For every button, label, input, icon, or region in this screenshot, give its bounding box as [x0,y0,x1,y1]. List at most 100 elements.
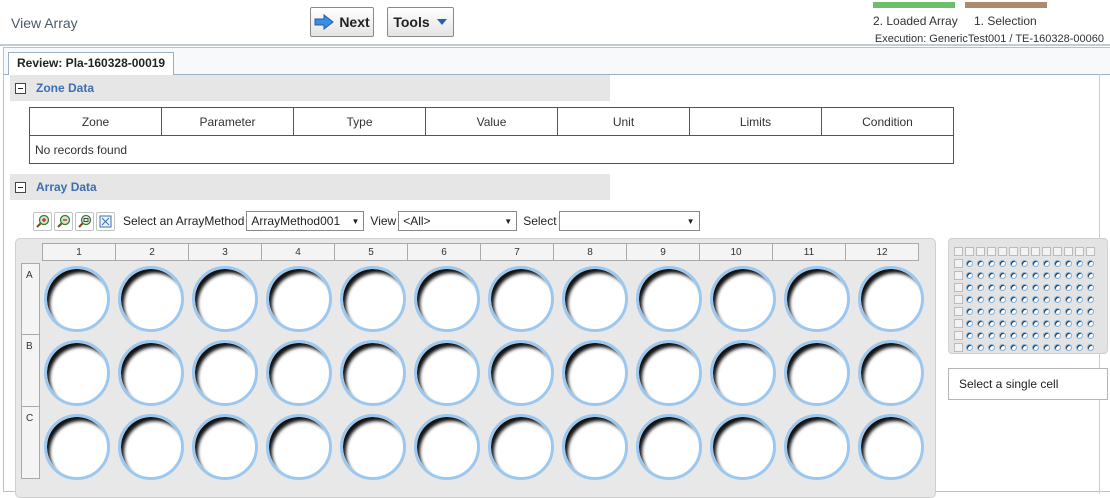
plate-well[interactable] [118,340,184,406]
plate-column-header[interactable]: 6 [408,243,481,261]
array-method-select[interactable]: ArrayMethod001 ▼ [246,211,365,231]
overview-well [1021,331,1028,339]
plate-well[interactable] [858,266,924,332]
plate-well[interactable] [858,414,924,480]
overview-cell [1019,317,1030,329]
plate-row-header[interactable]: C [21,407,40,479]
plate-well[interactable] [192,414,258,480]
plate-column-header[interactable]: 5 [335,243,408,261]
overview-cell [997,293,1008,305]
overview-well [1076,319,1083,327]
overview-well [1043,295,1050,303]
plate-well[interactable] [44,340,110,406]
plate-well[interactable] [858,340,924,406]
plate-row-header[interactable]: A [21,263,40,335]
plate-well[interactable] [44,266,110,332]
plate-well[interactable] [118,414,184,480]
plate-column-header[interactable]: 10 [700,243,773,261]
plate-well[interactable] [192,340,258,406]
plate-well[interactable] [636,414,702,480]
plate-column-header[interactable]: 11 [773,243,846,261]
plate-well[interactable] [192,266,258,332]
overview-cell [953,293,964,305]
column-header-unit[interactable]: Unit [557,107,690,136]
plate-well[interactable] [710,340,776,406]
collapse-icon[interactable] [15,82,26,94]
step-loaded-array[interactable]: 2. Loaded Array [873,2,958,28]
plate-column-header[interactable]: 12 [846,243,919,261]
plate-well[interactable] [414,414,480,480]
plate-well[interactable] [266,266,332,332]
plate-well[interactable] [488,340,554,406]
overview-cell [1030,341,1041,353]
overview-cell [964,305,975,317]
overview-cell [1074,329,1085,341]
zoom-reset-icon[interactable] [75,211,94,231]
plate-well[interactable] [488,266,554,332]
plate-overview-map[interactable] [948,238,1108,354]
overview-cell [953,305,964,317]
overview-cell [997,317,1008,329]
overview-well [1076,259,1083,267]
plate-well[interactable] [784,266,850,332]
collapse-icon[interactable] [15,181,26,193]
plate-column-header[interactable]: 4 [262,243,335,261]
step-selection[interactable]: 1. Selection [965,2,1047,28]
plate-column-header[interactable]: 8 [554,243,627,261]
plate-column-header[interactable]: 3 [189,243,262,261]
plate-column-header[interactable]: 2 [116,243,189,261]
plate-row-header[interactable]: B [21,335,40,407]
column-header-parameter[interactable]: Parameter [161,107,294,136]
tab-review[interactable]: Review: Pla-160328-00019 [8,52,175,75]
plate-well[interactable] [710,414,776,480]
overview-well [1043,283,1050,291]
column-header-type[interactable]: Type [293,107,426,136]
plate-column-header[interactable]: 9 [627,243,700,261]
overview-cell [1030,245,1041,257]
tools-button[interactable]: Tools [387,7,454,37]
column-header-condition[interactable]: Condition [821,107,954,136]
plate-well[interactable] [562,414,628,480]
column-header-limits[interactable]: Limits [689,107,822,136]
overview-cell [975,293,986,305]
step-progress-bar [965,2,1047,8]
plate-well[interactable] [562,340,628,406]
overview-well [1021,307,1028,315]
plate-well[interactable] [340,414,406,480]
selection-select[interactable]: ▼ [558,211,700,231]
overview-cell [964,293,975,305]
fit-icon[interactable] [96,211,115,231]
view-select[interactable]: <All> ▼ [398,211,518,231]
zoom-in-icon[interactable] [33,211,52,231]
plate-well[interactable] [266,414,332,480]
zone-data-header[interactable]: Zone Data [10,75,610,101]
plate-well[interactable] [710,266,776,332]
plate-well[interactable] [636,266,702,332]
overview-well [1076,283,1083,291]
column-header-zone[interactable]: Zone [29,107,162,136]
plate-well[interactable] [266,340,332,406]
plate-well[interactable] [636,340,702,406]
plate-well[interactable] [488,414,554,480]
array-data-header[interactable]: Array Data [10,174,610,200]
overview-well [1087,331,1094,339]
plate-well[interactable] [784,340,850,406]
plate-well[interactable] [118,266,184,332]
zoom-out-icon[interactable] [54,211,73,231]
plate-well[interactable] [340,340,406,406]
plate-well[interactable] [414,340,480,406]
plate-well[interactable] [340,266,406,332]
plate-column-header[interactable]: 7 [481,243,554,261]
next-button[interactable]: Next [310,7,374,37]
plate-column-header[interactable]: 1 [42,243,116,261]
plate-well[interactable] [784,414,850,480]
plate-well[interactable] [414,266,480,332]
plate-view[interactable]: 1 2 3 4 5 6 7 8 9 10 11 12 ABC [15,238,936,498]
column-header-value[interactable]: Value [425,107,558,136]
overview-cell [1074,257,1085,269]
overview-well [1076,307,1083,315]
overview-cell [1019,329,1030,341]
plate-well[interactable] [562,266,628,332]
overview-well [999,259,1006,267]
plate-well[interactable] [44,414,110,480]
